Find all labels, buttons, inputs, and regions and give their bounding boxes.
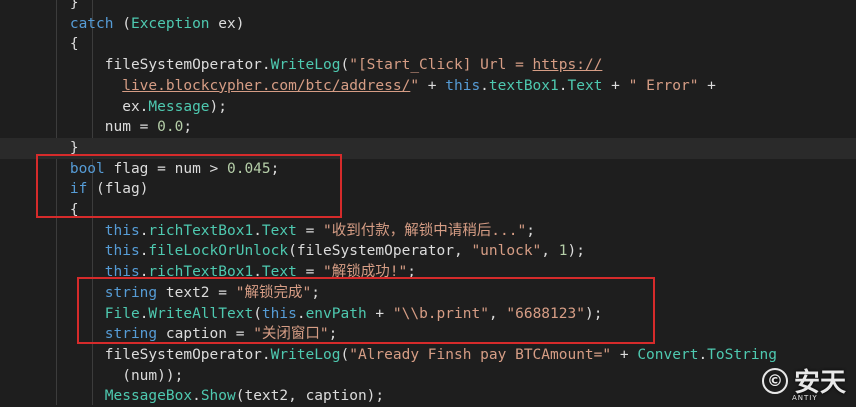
code-token: { [69,36,79,53]
code-token: + [419,77,446,94]
code-token: ; [183,119,193,136]
code-line[interactable]: MessageBox.Show(text2, caption); [0,386,856,407]
code-line[interactable]: fileSystemOperator.WriteLog("[Start_Clic… [0,55,856,76]
code-token: "unlock" [471,243,542,260]
code-token: https:// [532,57,603,74]
code-token: (num)); [122,367,184,384]
code-token: ( [113,15,131,32]
code-token: richTextBox1 [148,222,254,239]
code-token: " Error" [628,77,699,94]
code-line[interactable]: this.fileLockOrUnlock(fileSystemOperator… [0,241,856,262]
code-token: ; [526,222,535,239]
code-token: ); [209,98,227,115]
code-token: fileLockOrUnlock [148,243,289,260]
watermark: © 安天 ANTIY [761,362,846,402]
code-line[interactable]: num = 0.0; [0,117,856,138]
code-line[interactable]: fileSystemOperator.WriteLog("Already Fin… [0,345,856,366]
code-token: " [410,77,420,94]
code-token: "Already Finsh pay BTCAmount=" [349,346,612,363]
code-line[interactable]: catch (Exception ex) [0,14,856,35]
code-token: , [541,243,559,260]
code-token: 0.0 [157,119,184,136]
code-editor[interactable]: } catch (Exception ex) { fileSystemOpera… [0,0,856,405]
code-token: this [445,77,481,94]
copyright-logo-icon: © [761,367,788,394]
code-token: . [192,388,201,405]
code-token: ex. [122,98,149,115]
code-token: } [69,0,79,11]
code-token: . [698,346,708,363]
code-token: num = [104,119,158,136]
highlight-box-unlock-code [77,277,655,344]
code-token: (fileSystemOperator, [288,243,472,260]
code-token: live.blockcypher.com/btc/address/ [122,77,411,94]
highlight-box-condition [36,154,342,218]
code-token: textBox1 [488,77,559,94]
code-token: "[Start_Click] Url = [349,57,533,74]
code-token: WriteLog [270,346,341,363]
code-token: (text2, caption); [235,388,385,405]
code-token: Convert [637,346,699,363]
code-token: + [602,77,629,94]
code-line[interactable]: { [0,34,856,55]
watermark-subtext: ANTIY [791,394,818,402]
code-token: Exception [130,15,210,32]
code-token: fileSystemOperator. [104,57,271,74]
code-token: Text [567,77,603,94]
code-token: + [698,77,716,94]
code-token: Message [148,98,210,115]
code-token: fileSystemOperator. [104,346,271,363]
code-token: . [253,222,262,239]
code-token: ); [567,243,585,260]
code-line[interactable]: (num)); [0,366,856,387]
code-token: MessageBox [104,388,193,405]
code-token: + [611,346,638,363]
code-token: WriteLog [270,57,341,74]
code-line[interactable]: ex.Message); [0,97,856,118]
code-token: this [104,222,140,239]
code-token: ( [340,346,350,363]
code-token: ( [340,57,350,74]
code-token: ex) [209,15,245,32]
code-token: Show [200,388,236,405]
code-line[interactable]: } [0,0,856,14]
code-token: this [104,243,140,260]
code-token: "收到付款，解锁中请稍后..." [323,222,527,239]
code-token: . [480,77,489,94]
code-token: catch [69,15,114,32]
code-line[interactable]: live.blockcypher.com/btc/address/" + thi… [0,76,856,97]
code-token: = [296,222,324,239]
code-token: ToString [707,346,778,363]
code-token: Text [261,222,297,239]
code-line[interactable]: this.richTextBox1.Text = "收到付款，解锁中请稍后...… [0,221,856,242]
